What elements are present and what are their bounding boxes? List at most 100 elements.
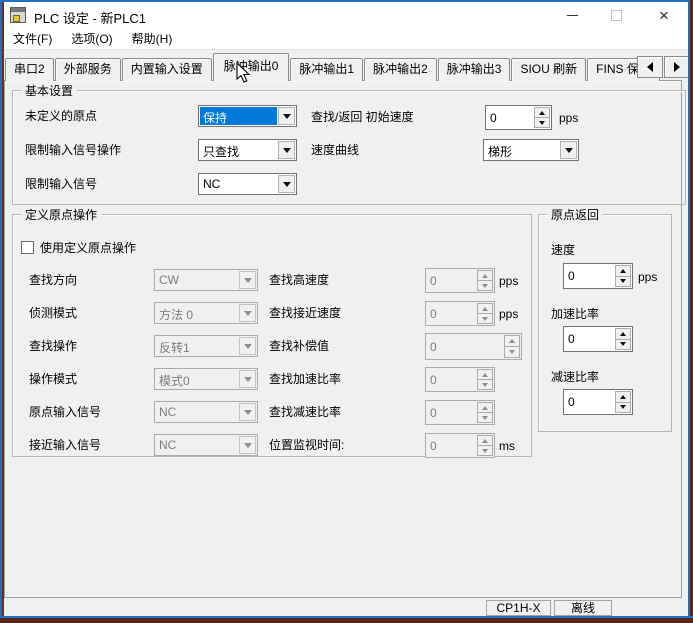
search-high-speed-spinner: 0 (425, 268, 495, 293)
chevron-down-icon[interactable] (278, 107, 295, 125)
spinner-down-button (477, 412, 493, 423)
chevron-down-icon[interactable] (278, 175, 295, 193)
search-high-speed-label: 查找高速度 (269, 269, 329, 291)
search-approach-speed-value: 0 (430, 307, 437, 321)
menu-file[interactable]: 文件(F) (6, 30, 59, 47)
search-direction-value: CW (156, 271, 238, 289)
window-title: PLC 设定 - 新PLC1 (34, 8, 146, 27)
return-decel-ratio-label: 减速比率 (551, 366, 599, 388)
group-basic-settings: 基本设置 未定义的原点 保持 限制输入信号操作 只查找 限制输入信号 NC 查找… (12, 90, 686, 205)
group-origin-define: 定义原点操作 使用定义原点操作 查找方向 CW 查找高速度 0 pps 侦测模式… (12, 214, 532, 457)
return-speed-spinner[interactable]: 0 (563, 263, 633, 289)
position-monitor-time-label: 位置监视时间: (269, 434, 344, 456)
limit-input-operation-select[interactable]: 只查找 (198, 139, 297, 161)
minimize-icon (567, 15, 578, 16)
spinner-down-button[interactable] (534, 117, 550, 128)
close-button[interactable]: × (648, 2, 680, 28)
return-speed-value: 0 (568, 269, 575, 283)
search-operation-label: 查找操作 (29, 335, 77, 357)
search-accel-ratio-value: 0 (430, 373, 437, 387)
return-speed-unit: pps (638, 265, 657, 289)
window-frame-left (0, 0, 2, 623)
app-icon (10, 7, 26, 23)
detect-mode-value: 方法 0 (156, 304, 238, 322)
return-decel-ratio-value: 0 (568, 395, 575, 409)
spinner-down-button (477, 379, 493, 390)
operation-mode-select: 模式0 (154, 368, 258, 390)
initial-speed-spinner[interactable]: 0 (485, 105, 552, 130)
group-origin-return: 原点返回 速度 0 pps 加速比率 0 减速比率 0 (538, 214, 672, 432)
group-basic-title: 基本设置 (21, 82, 77, 99)
spinner-down-button[interactable] (615, 339, 631, 351)
chevron-down-icon (239, 337, 256, 355)
tab-pulse-output-3[interactable]: 脉冲输出3 (438, 58, 511, 81)
approach-input-signal-value: NC (156, 436, 238, 454)
arrow-right-icon (674, 62, 680, 72)
close-icon: × (659, 7, 669, 24)
spinner-down-button[interactable] (615, 402, 631, 414)
origin-input-signal-select: NC (154, 401, 258, 423)
menu-options[interactable]: 选项(O) (64, 30, 119, 47)
limit-input-signal-label: 限制输入信号 (25, 173, 97, 195)
maximize-button (600, 2, 632, 28)
speed-curve-label: 速度曲线 (311, 139, 359, 161)
tab-scroll-left-button[interactable] (637, 56, 663, 78)
search-compensation-value: 0 (430, 340, 437, 354)
search-approach-speed-unit: pps (499, 302, 518, 326)
tab-builtin-input-settings[interactable]: 内置输入设置 (122, 58, 212, 81)
tab-serial-port-2[interactable]: 串口2 (5, 58, 54, 81)
origin-input-signal-value: NC (156, 403, 238, 421)
menu-help[interactable]: 帮助(H) (125, 30, 180, 47)
search-decel-ratio-value: 0 (430, 406, 437, 420)
position-monitor-time-spinner: 0 (425, 433, 495, 458)
return-decel-ratio-spinner[interactable]: 0 (563, 389, 633, 415)
speed-curve-select[interactable]: 梯形 (483, 139, 579, 161)
limit-input-signal-select[interactable]: NC (198, 173, 297, 195)
approach-input-signal-select: NC (154, 434, 258, 456)
spinner-down-button (477, 280, 493, 291)
chevron-down-icon[interactable] (278, 141, 295, 159)
return-accel-ratio-spinner[interactable]: 0 (563, 326, 633, 352)
tab-scroll-right-button[interactable] (664, 56, 690, 78)
arrow-left-icon (647, 62, 653, 72)
search-high-speed-value: 0 (430, 274, 437, 288)
maximize-icon (611, 10, 622, 21)
minimize-button[interactable] (556, 2, 588, 28)
limit-input-operation-value: 只查找 (200, 141, 277, 159)
return-accel-ratio-label: 加速比率 (551, 303, 599, 325)
chevron-down-icon (239, 403, 256, 421)
operation-mode-value: 模式0 (156, 370, 238, 388)
spinner-down-button (504, 346, 520, 358)
detect-mode-select: 方法 0 (154, 302, 258, 324)
tab-strip: 串口2 外部服务 内置输入设置 脉冲输出0 脉冲输出1 脉冲输出2 脉冲输出3 … (5, 53, 661, 81)
search-accel-ratio-spinner: 0 (425, 367, 495, 392)
tab-external-service[interactable]: 外部服务 (55, 58, 121, 81)
search-direction-label: 查找方向 (29, 269, 77, 291)
origin-input-signal-label: 原点输入信号 (29, 401, 101, 423)
tab-pulse-output-2[interactable]: 脉冲输出2 (364, 58, 437, 81)
search-operation-value: 反转1 (156, 337, 238, 355)
position-monitor-time-unit: ms (499, 434, 515, 458)
plc-settings-window: PLC 设定 - 新PLC1 × 文件(F) 选项(O) 帮助(H) 串口2 外… (0, 0, 693, 623)
chevron-down-icon (239, 370, 256, 388)
initial-speed-unit: pps (559, 106, 578, 130)
group-origin-define-title: 定义原点操作 (21, 206, 101, 223)
use-origin-define-checkbox[interactable] (21, 241, 34, 254)
undefined-origin-select[interactable]: 保持 (198, 105, 297, 127)
detect-mode-label: 侦测模式 (29, 302, 77, 324)
tab-pulse-output-1[interactable]: 脉冲输出1 (290, 58, 363, 81)
search-compensation-label: 查找补偿值 (269, 335, 329, 357)
chevron-down-icon (239, 271, 256, 289)
window-frame-left-inner (2, 2, 4, 616)
chevron-down-icon (239, 436, 256, 454)
spinner-down-button (477, 445, 493, 456)
spinner-down-button[interactable] (615, 276, 631, 288)
limit-input-operation-label: 限制输入信号操作 (25, 139, 121, 161)
search-accel-ratio-label: 查找加速比率 (269, 368, 341, 390)
search-operation-select: 反转1 (154, 335, 258, 357)
tab-siou-refresh[interactable]: SIOU 刷新 (511, 58, 586, 81)
chevron-down-icon (239, 304, 256, 322)
operation-mode-label: 操作模式 (29, 368, 77, 390)
window-frame-top (0, 0, 693, 2)
chevron-down-icon[interactable] (560, 141, 577, 159)
